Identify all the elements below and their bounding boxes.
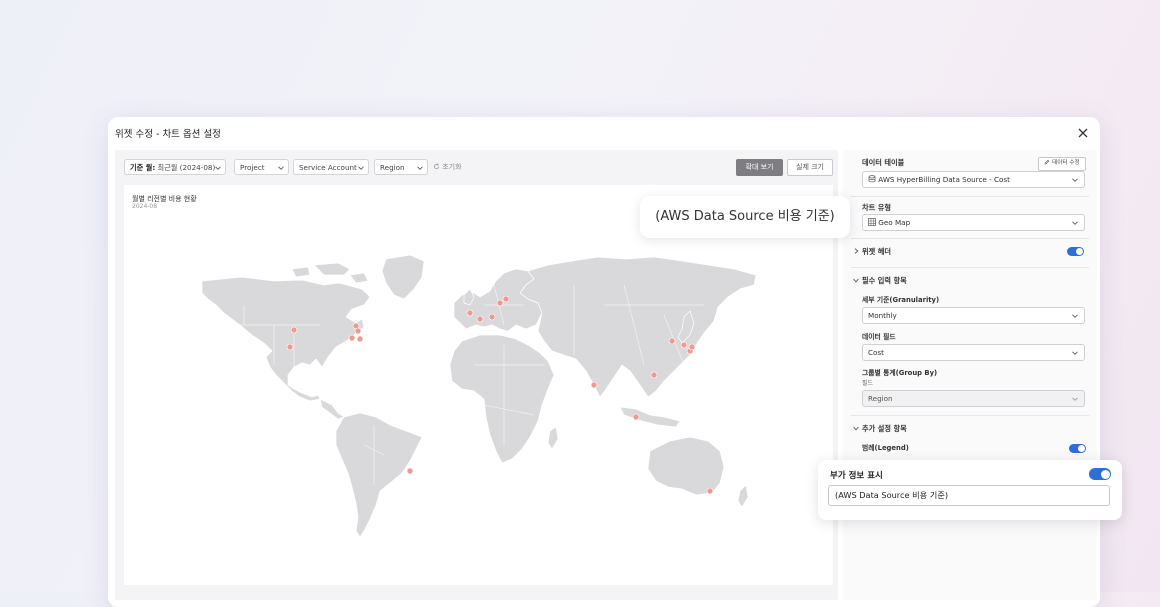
group-by-sublabel: 필드 [862,380,874,387]
additional-info-toggle[interactable] [1089,468,1111,480]
close-icon[interactable] [1076,126,1090,140]
region-marker[interactable] [496,299,504,307]
north-america-land [201,276,371,402]
region-marker[interactable] [354,327,362,335]
region-marker[interactable] [502,295,510,303]
edit-data-label: 데이터 수정 [1052,160,1080,166]
region-marker[interactable] [406,467,414,475]
data-field-label: 데이터 필드 [862,333,896,341]
region-marker[interactable] [688,343,696,351]
reset-button[interactable]: 초기화 [433,162,462,172]
region-marker[interactable] [290,326,298,334]
region-marker[interactable] [488,313,496,321]
region-filter[interactable]: Region [374,159,428,175]
edit-data-button[interactable]: 데이터 수정 [1038,157,1086,171]
header-preview-callout: (AWS Data Source 비용 기준) [640,196,850,238]
project-filter-label: Project [240,163,265,172]
actual-size-button[interactable]: 실제 크기 [787,159,833,176]
additional-info-callout: 부가 정보 표시 (AWS Data Source 비용 기준) [818,460,1122,520]
divider [851,267,1089,268]
granularity-value: Monthly [868,311,897,320]
period-filter-label: 기준 월: [130,163,156,172]
database-icon [868,175,876,183]
refresh-icon [433,163,440,170]
period-filter-value: 최근월 (2024-08) [157,163,216,172]
settings-panel: 데이터 테이블 데이터 수정 AWS HyperBilling Data Sou… [843,150,1097,600]
zoom-view-button[interactable]: 확대 보기 [736,159,783,176]
central-america-land [319,398,345,420]
widget-header-label: 위젯 헤더 [862,247,891,256]
group-by-label: 그룹별 통계(Group By) [862,369,938,377]
additional-info-label: 부가 정보 표시 [830,471,883,481]
australia-land [647,436,725,496]
region-marker[interactable] [356,335,364,343]
chart-type-select[interactable]: Geo Map [862,214,1085,231]
divider [851,196,1089,197]
group-by-value: Region [868,394,893,403]
widget-header-toggle[interactable] [1067,247,1084,256]
chart-type-label: 차트 유형 [862,203,891,212]
project-filter[interactable]: Project [234,159,289,175]
chevron-down-icon [1072,314,1078,318]
region-marker[interactable] [348,334,356,342]
region-marker[interactable] [632,413,640,421]
additional-section-title: 추가 설정 항목 [862,424,907,433]
chevron-down-icon [358,166,364,170]
south-america-land [335,412,423,538]
data-source-select[interactable]: AWS HyperBilling Data Source - Cost [862,171,1085,188]
region-marker[interactable] [286,343,294,351]
indonesia-land [619,406,681,428]
chevron-down-icon [1072,397,1078,401]
reset-label: 초기화 [442,163,462,171]
asia-land [519,256,757,398]
region-marker[interactable] [466,309,474,317]
additional-info-input[interactable]: (AWS Data Source 비용 기준) [828,485,1110,506]
widget-edit-modal: 위젯 수정 - 차트 옵션 설정 기준 월: 최근월 (2024-08) Pro… [108,117,1100,607]
region-marker[interactable] [650,371,658,379]
required-section-title: 필수 입력 항목 [862,276,907,285]
granularity-select[interactable]: Monthly [862,307,1085,324]
data-field-value: Cost [868,348,884,357]
geo-map-chart: 월별 리전별 비용 현황 2024-08 [124,185,833,585]
data-table-label: 데이터 테이블 [862,158,905,167]
service-account-filter-label: Service Account [299,163,357,172]
group-by-select: Region [862,390,1085,407]
data-field-select[interactable]: Cost [862,344,1085,361]
chevron-down-icon [1072,221,1078,225]
data-source-value: AWS HyperBilling Data Source - Cost [878,175,1010,184]
region-marker[interactable] [680,341,688,349]
chevron-right-icon [854,248,859,254]
region-filter-label: Region [380,163,405,172]
chevron-down-icon [417,166,423,170]
region-marker[interactable] [590,381,598,389]
legend-label: 범례(Legend) [862,444,909,452]
chevron-down-icon [853,278,859,283]
new-zealand-land [737,484,749,508]
madagascar-land [547,426,559,450]
modal-title: 위젯 수정 - 차트 옵션 설정 [115,129,221,140]
chart-type-value: Geo Map [878,218,911,227]
region-marker[interactable] [668,337,676,345]
world-map [201,254,757,538]
chevron-down-icon [1072,351,1078,355]
pencil-icon [1044,159,1050,164]
divider [851,238,1089,239]
granularity-label: 세부 기준(Granularity) [862,296,940,304]
greenland-land [381,254,425,300]
legend-toggle[interactable] [1069,444,1086,453]
service-account-filter[interactable]: Service Account [293,159,369,175]
chevron-down-icon [853,426,859,431]
grid-map-icon [868,218,876,226]
africa-land [449,334,555,464]
region-marker[interactable] [706,487,714,495]
chevron-down-icon [278,166,284,170]
chevron-down-icon [215,166,221,170]
chevron-down-icon [1072,178,1078,182]
divider [851,415,1089,416]
period-filter[interactable]: 기준 월: 최근월 (2024-08) [124,159,226,175]
region-marker[interactable] [476,315,484,323]
